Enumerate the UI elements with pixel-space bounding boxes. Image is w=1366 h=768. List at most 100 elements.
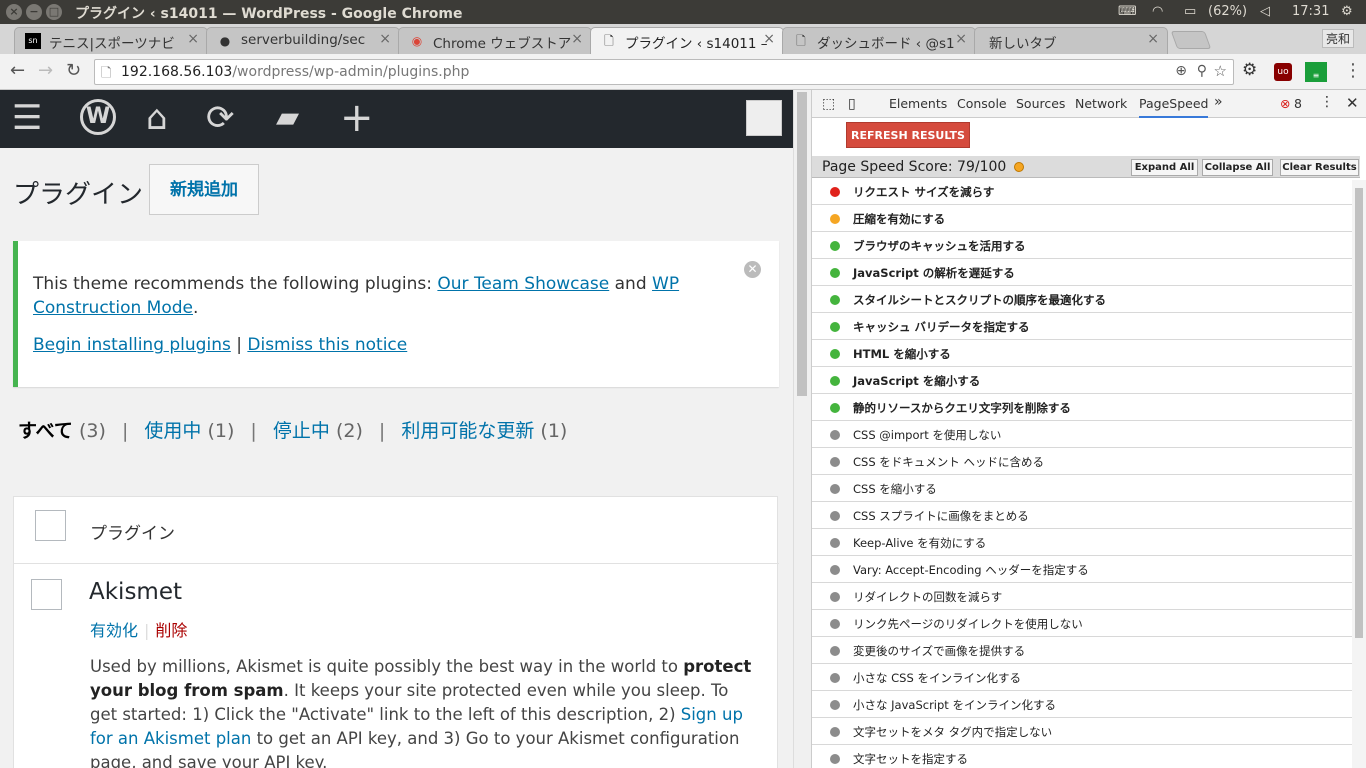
reload-icon[interactable]: ↻: [66, 60, 81, 81]
minimize-window-button[interactable]: −: [26, 4, 42, 20]
tab-elements[interactable]: Elements: [889, 96, 947, 111]
pagespeed-rule[interactable]: 文字セットをメタ タグ内で指定しない: [812, 718, 1352, 745]
filter-updates[interactable]: 利用可能な更新: [401, 420, 534, 442]
tab-network[interactable]: Network: [1075, 96, 1127, 111]
expand-all-button[interactable]: Expand All: [1131, 159, 1198, 176]
tab-github[interactable]: ● serverbuilding/sec ×: [206, 27, 400, 54]
profile-button[interactable]: 亮和: [1322, 29, 1355, 48]
add-new-button[interactable]: 新規追加: [149, 164, 259, 215]
plugin-filters: すべて (3) | 使用中 (1) | 停止中 (2) | 利用可能な更新 (1…: [18, 420, 568, 442]
page-scrollbar[interactable]: [793, 90, 811, 768]
close-devtools-icon[interactable]: ✕: [1346, 94, 1359, 112]
pagespeed-rule[interactable]: 小さな JavaScript をインライン化する: [812, 691, 1352, 718]
scrollbar-thumb[interactable]: [1355, 188, 1363, 638]
star-icon[interactable]: ☆: [1214, 62, 1227, 80]
battery-icon[interactable]: ▭: [1184, 4, 1196, 19]
activate-link[interactable]: 有効化: [90, 621, 138, 640]
pagespeed-rule[interactable]: リクエスト サイズを減らす: [812, 178, 1352, 205]
pagespeed-rule[interactable]: HTML を縮小する: [812, 340, 1352, 367]
close-icon[interactable]: ×: [187, 31, 199, 47]
forward-icon[interactable]: →: [38, 60, 53, 81]
tab-new-tab[interactable]: 新しいタブ ×: [974, 27, 1168, 54]
close-icon[interactable]: ×: [1147, 31, 1159, 47]
refresh-results-button[interactable]: REFRESH RESULTS: [846, 122, 970, 148]
tab-sportsnavi[interactable]: sn テニス|スポーツナビ ×: [14, 27, 208, 54]
more-tabs-icon[interactable]: »: [1214, 94, 1223, 110]
error-count: 8: [1294, 96, 1302, 111]
tab-pagespeed[interactable]: PageSpeed: [1139, 96, 1209, 118]
pagespeed-score: Page Speed Score: 79/100: [822, 159, 1007, 175]
our-team-showcase-link[interactable]: Our Team Showcase: [437, 274, 609, 294]
close-icon[interactable]: ×: [763, 31, 775, 47]
close-icon[interactable]: ×: [571, 31, 583, 47]
wordpress-logo-icon[interactable]: W: [80, 99, 116, 135]
pagespeed-rule[interactable]: 圧縮を有効にする: [812, 205, 1352, 232]
tab-sources[interactable]: Sources: [1016, 96, 1065, 111]
address-bar[interactable]: 🗋 192.168.56.103/wordpress/wp-admin/plug…: [94, 59, 1234, 85]
pagespeed-rule[interactable]: リダイレクトの回数を減らす: [812, 583, 1352, 610]
clock[interactable]: 17:31: [1292, 4, 1329, 19]
pagespeed-rule[interactable]: CSS スプライトに画像をまとめる: [812, 502, 1352, 529]
begin-installing-link[interactable]: Begin installing plugins: [33, 335, 231, 355]
comments-icon[interactable]: ▰: [276, 98, 299, 138]
filter-active[interactable]: 使用中: [144, 420, 201, 442]
new-content-icon[interactable]: +: [340, 98, 374, 138]
menu-icon[interactable]: ⋮: [1344, 60, 1362, 81]
settings-extension-icon[interactable]: ⚙: [1242, 60, 1257, 80]
new-tab-button[interactable]: [1170, 31, 1212, 49]
pagespeed-rule[interactable]: リンク先ページのリダイレクトを使用しない: [812, 610, 1352, 637]
rule-label: Keep-Alive を有効にする: [853, 536, 987, 550]
pagespeed-rule[interactable]: キャッシュ バリデータを指定する: [812, 313, 1352, 340]
scrollbar-thumb[interactable]: [797, 92, 807, 396]
menu-toggle-icon[interactable]: ☰: [12, 98, 42, 138]
plugin-checkbox[interactable]: [31, 579, 62, 610]
tab-dashboard[interactable]: 🗋 ダッシュボード ‹ @s1 ×: [782, 27, 976, 54]
pagespeed-rule[interactable]: 静的リソースからクエリ文字列を削除する: [812, 394, 1352, 421]
pagespeed-rule[interactable]: CSS をドキュメント ヘッドに含める: [812, 448, 1352, 475]
pin-icon[interactable]: ⚲: [1197, 63, 1207, 79]
wifi-icon[interactable]: ◠: [1152, 4, 1163, 19]
tab-console[interactable]: Console: [957, 96, 1007, 111]
devtools-menu-icon[interactable]: ⋮: [1320, 94, 1334, 110]
tab-plugins[interactable]: 🗋 プラグイン ‹ s14011 – ×: [590, 27, 784, 54]
collapse-all-button[interactable]: Collapse All: [1202, 159, 1273, 176]
filter-all[interactable]: すべて: [18, 420, 73, 442]
pagespeed-rule[interactable]: CSS を縮小する: [812, 475, 1352, 502]
error-icon[interactable]: ⊗: [1280, 96, 1290, 111]
pagespeed-rule[interactable]: 小さな CSS をインライン化する: [812, 664, 1352, 691]
ublock-icon[interactable]: uo: [1274, 63, 1292, 81]
pagespeed-rule[interactable]: JavaScript の解析を遅延する: [812, 259, 1352, 286]
pagespeed-rule[interactable]: 文字セットを指定する: [812, 745, 1352, 768]
device-toolbar-icon[interactable]: ▯: [848, 96, 856, 112]
back-icon[interactable]: ←: [10, 60, 25, 81]
pagespeed-rule[interactable]: JavaScript を縮小する: [812, 367, 1352, 394]
tab-chrome-webstore[interactable]: ◉ Chrome ウェブストア ×: [398, 27, 592, 54]
close-icon[interactable]: ×: [379, 31, 391, 47]
pagespeed-rule[interactable]: Vary: Accept-Encoding ヘッダーを指定する: [812, 556, 1352, 583]
pagespeed-rule[interactable]: ブラウザのキャッシュを活用する: [812, 232, 1352, 259]
dismiss-icon[interactable]: ✕: [744, 261, 761, 278]
maximize-window-button[interactable]: □: [46, 4, 62, 20]
home-icon[interactable]: ⌂: [146, 98, 168, 138]
inspect-icon[interactable]: ⬚: [822, 96, 835, 112]
clear-results-button[interactable]: Clear Results: [1280, 159, 1359, 176]
volume-icon[interactable]: ◁: [1260, 4, 1270, 19]
close-icon[interactable]: ×: [955, 31, 967, 47]
url-text[interactable]: 192.168.56.103/wordpress/wp-admin/plugin…: [121, 64, 469, 80]
select-all-checkbox[interactable]: [35, 510, 66, 541]
filter-inactive[interactable]: 停止中: [273, 420, 330, 442]
close-window-button[interactable]: ×: [6, 4, 22, 20]
pagespeed-rule[interactable]: Keep-Alive を有効にする: [812, 529, 1352, 556]
gear-icon[interactable]: ⚙: [1341, 4, 1353, 19]
extension-icon[interactable]: ≡: [1305, 62, 1327, 82]
zoom-icon[interactable]: ⊕: [1175, 63, 1187, 79]
delete-link[interactable]: 削除: [155, 621, 187, 640]
pagespeed-rule[interactable]: CSS @import を使用しない: [812, 421, 1352, 448]
pagespeed-rule[interactable]: 変更後のサイズで画像を提供する: [812, 637, 1352, 664]
keyboard-icon[interactable]: ⌨: [1118, 4, 1137, 19]
avatar[interactable]: [746, 100, 782, 136]
pagespeed-rule[interactable]: スタイルシートとスクリプトの順序を最適化する: [812, 286, 1352, 313]
dismiss-notice-link[interactable]: Dismiss this notice: [247, 335, 407, 355]
devtools-scrollbar[interactable]: [1352, 180, 1366, 768]
updates-icon[interactable]: ⟳: [206, 98, 235, 138]
